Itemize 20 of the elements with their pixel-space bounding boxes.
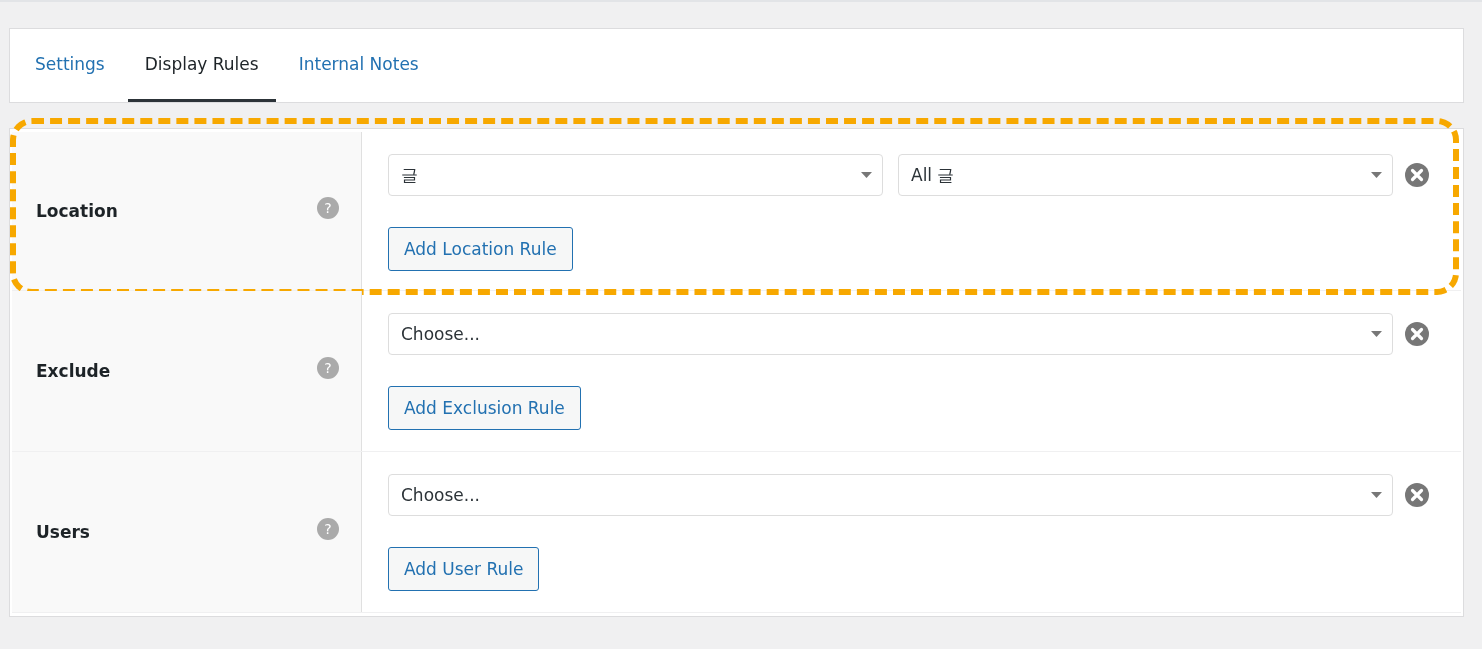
caret-icon	[1371, 172, 1382, 178]
add-rule-button[interactable]: Add User Rule	[388, 547, 540, 591]
rule-label: Exclude	[36, 361, 111, 381]
dropdown[interactable]: All 글	[898, 154, 1393, 196]
remove-icon[interactable]	[1405, 163, 1429, 187]
tab[interactable]: Settings	[18, 29, 122, 102]
add-rule-button[interactable]: Add Location Rule	[388, 227, 573, 271]
remove-icon[interactable]	[1405, 322, 1429, 346]
caret-icon	[1371, 331, 1382, 337]
tab[interactable]: Display Rules	[127, 29, 276, 102]
tab[interactable]: Internal Notes	[281, 29, 436, 102]
remove-icon[interactable]	[1405, 483, 1429, 507]
add-rule-button[interactable]: Add Exclusion Rule	[388, 386, 581, 430]
rule-label: Location	[36, 201, 118, 221]
rule-label: Users	[36, 522, 90, 542]
dropdown[interactable]: Choose...	[388, 313, 1393, 355]
caret-icon	[861, 172, 872, 178]
dropdown[interactable]: Choose...	[388, 474, 1393, 516]
caret-icon	[1371, 492, 1382, 498]
dropdown[interactable]: 글	[388, 154, 883, 196]
